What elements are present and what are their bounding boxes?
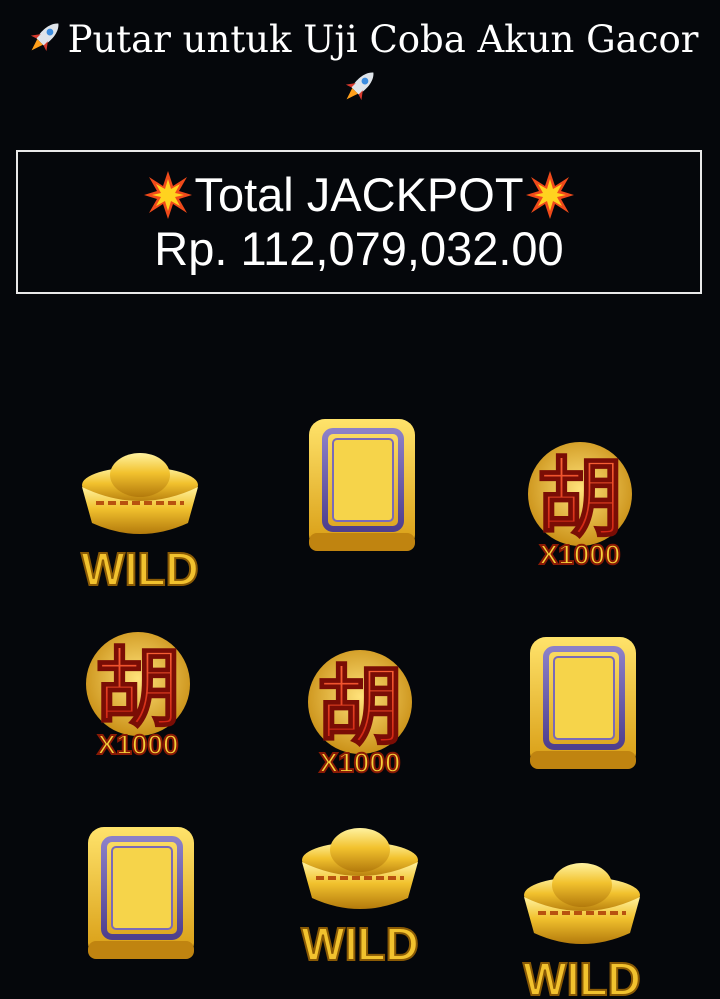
jackpot-title-row: Total JACKPOT (18, 168, 700, 222)
headline-text: Putar untuk Uji Coba Akun Gacor (67, 18, 699, 61)
wild-label: WILD (81, 543, 199, 595)
multiplier-label: X1000 (320, 747, 401, 778)
hu-glyph: 胡 (95, 639, 181, 739)
wild-label: WILD (523, 953, 641, 999)
slot-symbol-blank-tile (84, 823, 200, 963)
slot-symbol-hu-x1000: 胡 X1000 (510, 432, 650, 572)
slot-symbol-wild: WILD (70, 445, 210, 595)
slot-symbol-blank-tile (305, 415, 421, 555)
slot-symbol-hu-x1000: 胡 X1000 (68, 622, 208, 762)
jackpot-title: Total JACKPOT (194, 168, 524, 221)
slot-symbol-wild: WILD (512, 855, 652, 999)
wild-label: WILD (301, 918, 419, 970)
jackpot-panel: Total JACKPOT Rp. 112,079,032.00 (16, 150, 702, 294)
page-headline: Putar untuk Uji Coba Akun Gacor (0, 14, 720, 112)
multiplier-label: X1000 (540, 539, 621, 570)
rocket-icon (337, 63, 383, 109)
explosion-icon (524, 169, 576, 221)
jackpot-amount: Rp. 112,079,032.00 (154, 222, 564, 275)
explosion-icon (142, 169, 194, 221)
multiplier-label: X1000 (98, 729, 179, 760)
rocket-icon (22, 14, 68, 60)
slot-symbol-blank-tile (526, 633, 642, 773)
hu-glyph: 胡 (317, 657, 403, 757)
hu-glyph: 胡 (537, 449, 623, 549)
slot-symbol-hu-x1000: 胡 X1000 (290, 640, 430, 780)
slot-symbol-wild: WILD (290, 820, 430, 970)
